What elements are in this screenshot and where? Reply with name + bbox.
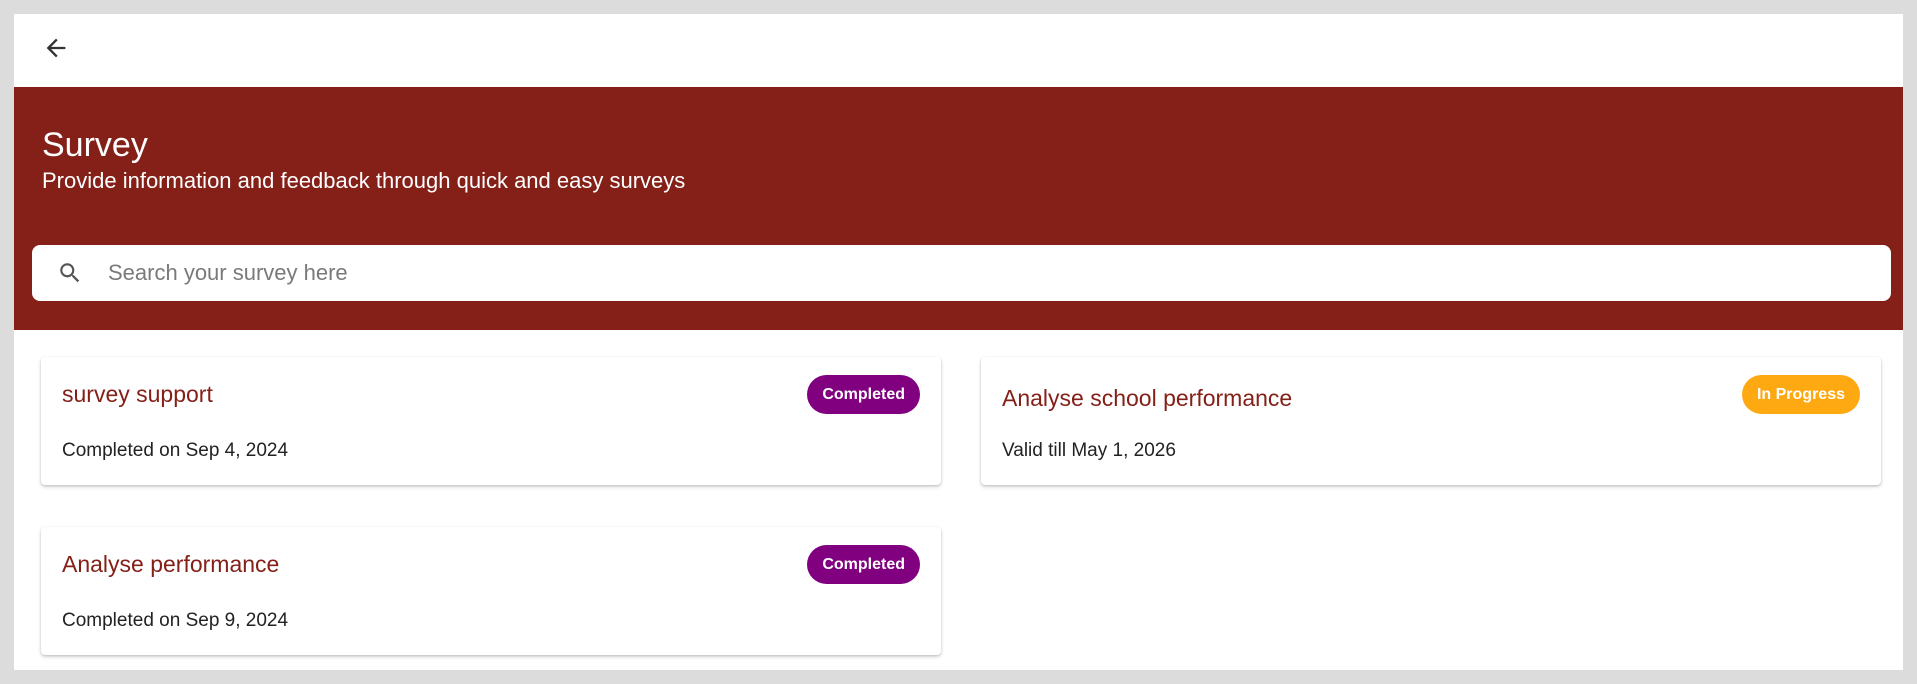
survey-date: Completed on Sep 9, 2024	[62, 610, 289, 631]
arrow-left-icon	[42, 34, 70, 67]
status-badge: In Progress	[1741, 375, 1860, 414]
survey-date: Valid till May 1, 2026	[1002, 440, 1176, 461]
survey-title: Analyse performance	[62, 551, 280, 577]
search-bar[interactable]	[32, 245, 1891, 301]
back-button[interactable]	[36, 31, 76, 71]
top-bar	[14, 14, 1903, 87]
search-icon	[56, 259, 84, 287]
survey-title: Analyse school performance	[1002, 385, 1293, 411]
search-input[interactable]	[106, 252, 1891, 294]
survey-card[interactable]: Analyse school performance In Progress V…	[981, 357, 1881, 485]
survey-card[interactable]: Analyse performance Completed Completed …	[41, 527, 941, 655]
survey-date: Completed on Sep 4, 2024	[62, 440, 289, 461]
page-subtitle: Provide information and feedback through…	[42, 168, 686, 193]
status-badge: Completed	[807, 375, 920, 414]
page-title: Survey	[42, 126, 148, 164]
status-badge: Completed	[807, 545, 920, 584]
hero-banner: Survey Provide information and feedback …	[14, 87, 1903, 330]
app-window: Survey Provide information and feedback …	[14, 14, 1903, 670]
survey-title: survey support	[62, 381, 213, 407]
survey-card[interactable]: survey support Completed Completed on Se…	[41, 357, 941, 485]
